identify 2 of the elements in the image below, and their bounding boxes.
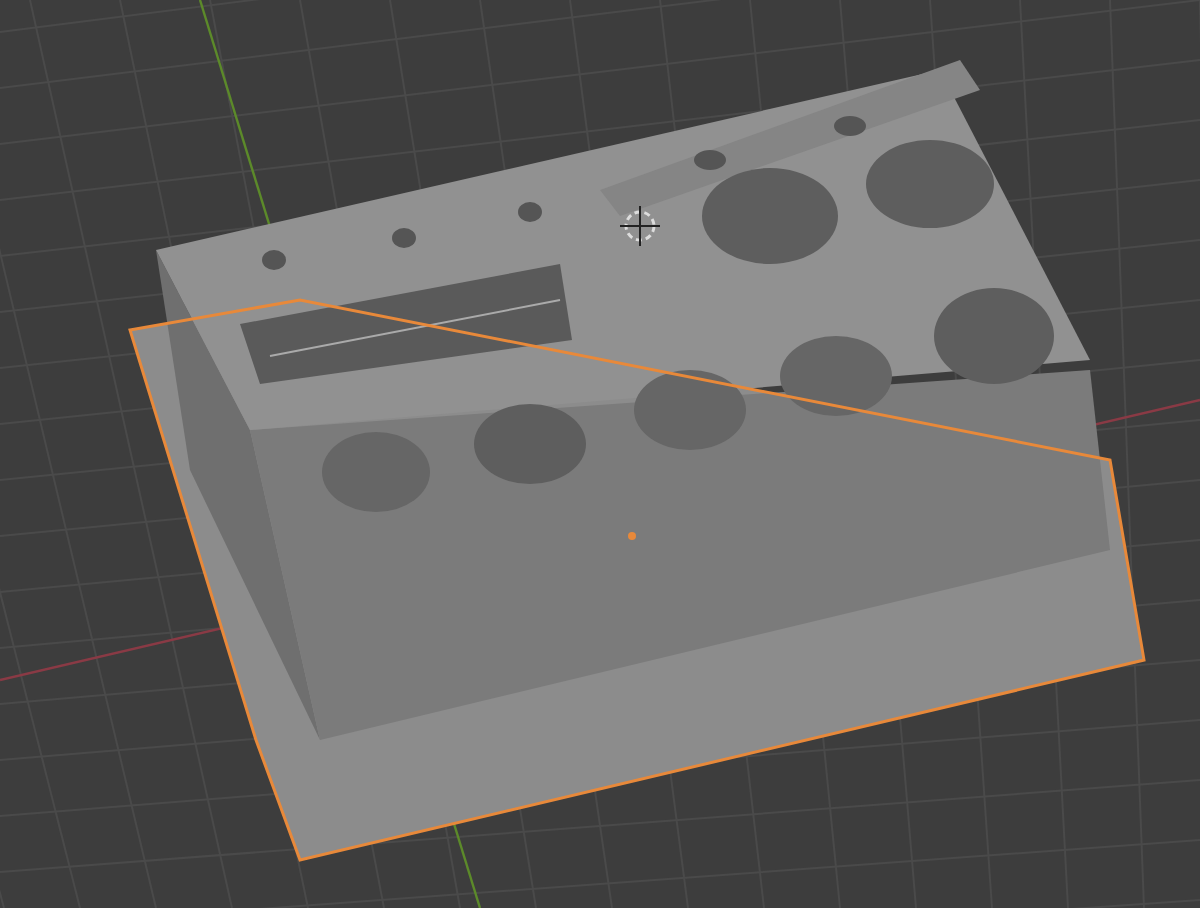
origin-dot — [628, 532, 636, 540]
3d-cursor-icon — [619, 205, 661, 247]
